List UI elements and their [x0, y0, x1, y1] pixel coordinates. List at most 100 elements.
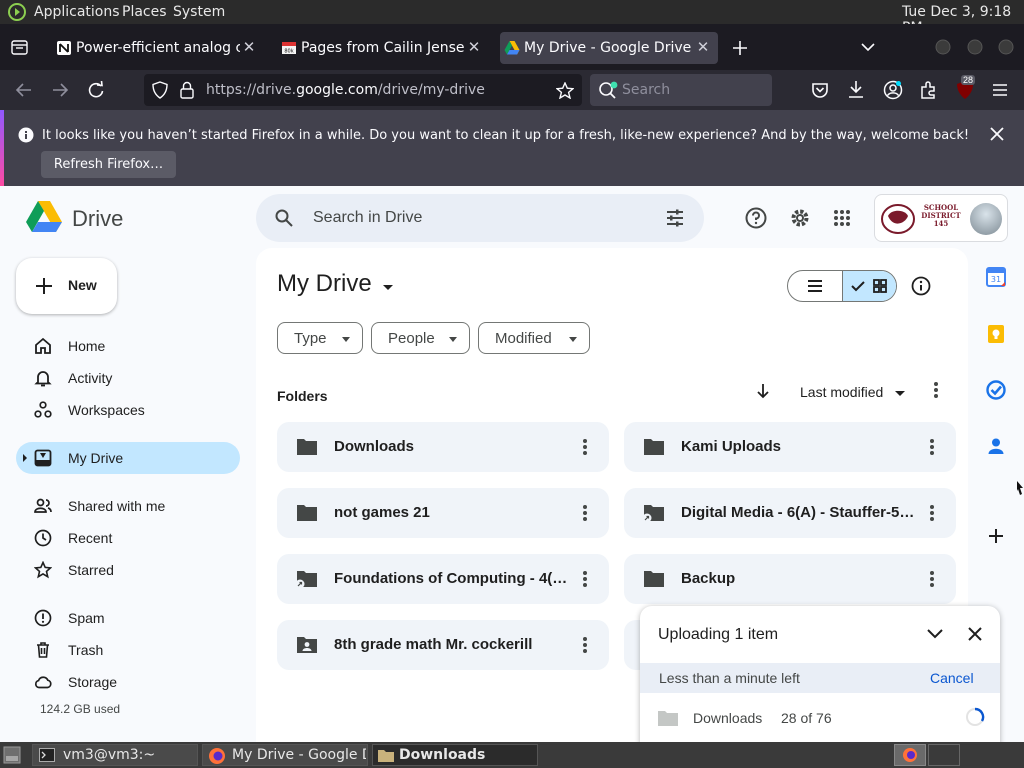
folder-card[interactable]: Digital Media - 6(A) - Stauffer-5… [624, 488, 956, 538]
url-text: https://drive.google.com/drive/my-drive [206, 82, 485, 98]
more-options-icon[interactable] [575, 635, 595, 655]
sidebar-item-activity[interactable]: Activity [16, 362, 240, 394]
chevron-down-icon[interactable] [927, 629, 943, 639]
list-view-button[interactable] [788, 271, 842, 301]
download-icon[interactable] [847, 80, 865, 99]
drive-app: Drive Search in Drive SCHOOL DISTRICT 14… [0, 186, 1024, 742]
search-options-icon[interactable] [666, 209, 684, 227]
upload-title: Uploading 1 item [658, 626, 779, 643]
sidebar-item-recent[interactable]: Recent [16, 522, 240, 554]
filter-type-chip[interactable]: Type [277, 322, 363, 354]
more-options-icon[interactable] [922, 503, 942, 523]
sidebar-item-workspaces[interactable]: Workspaces [16, 394, 240, 426]
folder-card[interactable]: Foundations of Computing - 4(A)… [277, 554, 609, 604]
tab-list-icon[interactable] [11, 40, 28, 55]
workspace-switcher[interactable] [894, 744, 926, 766]
more-options-icon[interactable] [575, 569, 595, 589]
close-icon[interactable] [990, 127, 1004, 141]
hamburger-menu-icon[interactable] [992, 83, 1008, 97]
folder-icon [644, 571, 664, 587]
calendar-icon[interactable]: 31 [986, 267, 1006, 287]
sidebar-item-starred[interactable]: Starred [16, 554, 240, 586]
extension-badge-button[interactable]: 28 [955, 75, 976, 100]
taskbar-item-downloads[interactable]: Downloads [372, 744, 538, 766]
add-addon-icon[interactable] [986, 526, 1006, 546]
folder-card[interactable]: not games 21 [277, 488, 609, 538]
extensions-icon[interactable] [919, 80, 939, 100]
sidebar-item-storage[interactable]: Storage [16, 666, 240, 698]
more-options-icon[interactable] [922, 437, 942, 457]
home-icon [35, 337, 51, 354]
more-options-icon[interactable] [575, 503, 595, 523]
keep-icon[interactable] [986, 324, 1006, 344]
folder-card[interactable]: 8th grade math Mr. cockerill [277, 620, 609, 670]
show-desktop-icon[interactable] [3, 746, 21, 764]
folder-card[interactable]: Backup [624, 554, 956, 604]
expand-arrow-icon[interactable] [22, 454, 28, 462]
folder-card[interactable]: Downloads [277, 422, 609, 472]
window-controls[interactable] [934, 38, 1014, 56]
pocket-icon[interactable] [811, 81, 829, 99]
more-options-icon[interactable] [922, 569, 942, 589]
google-drive-logo-icon[interactable] [25, 200, 63, 234]
reload-icon[interactable] [87, 81, 105, 99]
sidebar-item-trash[interactable]: Trash [16, 634, 240, 666]
new-tab-icon[interactable] [732, 40, 748, 56]
bookmark-star-icon[interactable] [556, 82, 574, 99]
sidebar-item-spam[interactable]: Spam [16, 602, 240, 634]
cancel-upload-button[interactable]: Cancel [930, 670, 974, 686]
filter-people-chip[interactable]: People [371, 322, 470, 354]
close-tab-icon[interactable]: ✕ [465, 38, 483, 56]
lock-icon[interactable] [180, 81, 194, 99]
tasks-icon[interactable] [986, 380, 1006, 400]
search-engine-icon[interactable] [598, 81, 618, 99]
folder-card[interactable]: Kami Uploads [624, 422, 956, 472]
settings-gear-icon[interactable] [789, 207, 811, 229]
chip-label: Type [294, 330, 327, 347]
url-bar[interactable]: https://drive.google.com/drive/my-drive [144, 74, 582, 106]
taskbar-item-firefox[interactable]: My Drive - Google D… [202, 744, 368, 766]
chevron-down-icon[interactable] [861, 42, 875, 52]
tab-my-drive[interactable]: My Drive - Google Drive ✕ [500, 32, 718, 64]
search-bar[interactable]: Search [590, 74, 772, 106]
menu-applications[interactable]: Applications [34, 4, 120, 20]
new-button[interactable]: New [16, 258, 117, 314]
page-title[interactable]: My Drive [277, 270, 394, 300]
details-info-icon[interactable] [911, 276, 931, 296]
back-arrow-icon[interactable] [15, 82, 33, 98]
grid-view-button[interactable] [842, 271, 896, 301]
sort-dropdown[interactable]: Last modified [800, 384, 906, 400]
tab-power-efficient[interactable]: Power-efficient analog com ✕ [52, 32, 264, 64]
folder-icon [297, 505, 317, 521]
workspace-2[interactable] [928, 744, 960, 766]
search-icon[interactable] [275, 209, 293, 227]
menu-system[interactable]: System [173, 4, 225, 20]
taskbar-item-terminal[interactable]: vm3@vm3:~ [32, 744, 198, 766]
sidebar-item-my-drive[interactable]: My Drive [16, 442, 240, 474]
menu-places[interactable]: Places [122, 4, 167, 20]
drive-brand[interactable]: Drive [72, 206, 123, 232]
sort-direction-arrow-icon[interactable] [756, 383, 770, 399]
account-switcher[interactable]: SCHOOL DISTRICT 145 [874, 194, 1008, 242]
filter-modified-chip[interactable]: Modified [478, 322, 590, 354]
folders-more-options[interactable] [926, 380, 946, 400]
drive-search-box[interactable]: Search in Drive [256, 194, 704, 242]
shield-icon[interactable] [152, 81, 168, 99]
account-icon[interactable] [883, 80, 903, 100]
apps-grid-icon[interactable] [833, 209, 851, 227]
sidebar-item-home[interactable]: Home [16, 330, 240, 362]
clock-icon [34, 529, 52, 547]
close-tab-icon[interactable]: ✕ [694, 38, 712, 56]
refresh-firefox-button[interactable]: Refresh Firefox… [41, 151, 176, 178]
tab-pages-from[interactable]: 80k Pages from Cailin Jensen - P ✕ [277, 32, 489, 64]
contacts-icon[interactable] [986, 436, 1006, 456]
close-icon[interactable] [968, 627, 982, 641]
help-icon[interactable] [745, 207, 767, 229]
close-tab-icon[interactable]: ✕ [240, 38, 258, 56]
avatar[interactable] [970, 203, 1002, 235]
gnome-foot-icon[interactable] [8, 3, 26, 21]
plus-icon [36, 278, 52, 294]
more-options-icon[interactable] [575, 437, 595, 457]
forward-arrow-icon[interactable] [51, 82, 69, 98]
sidebar-item-shared-with-me[interactable]: Shared with me [16, 490, 240, 522]
